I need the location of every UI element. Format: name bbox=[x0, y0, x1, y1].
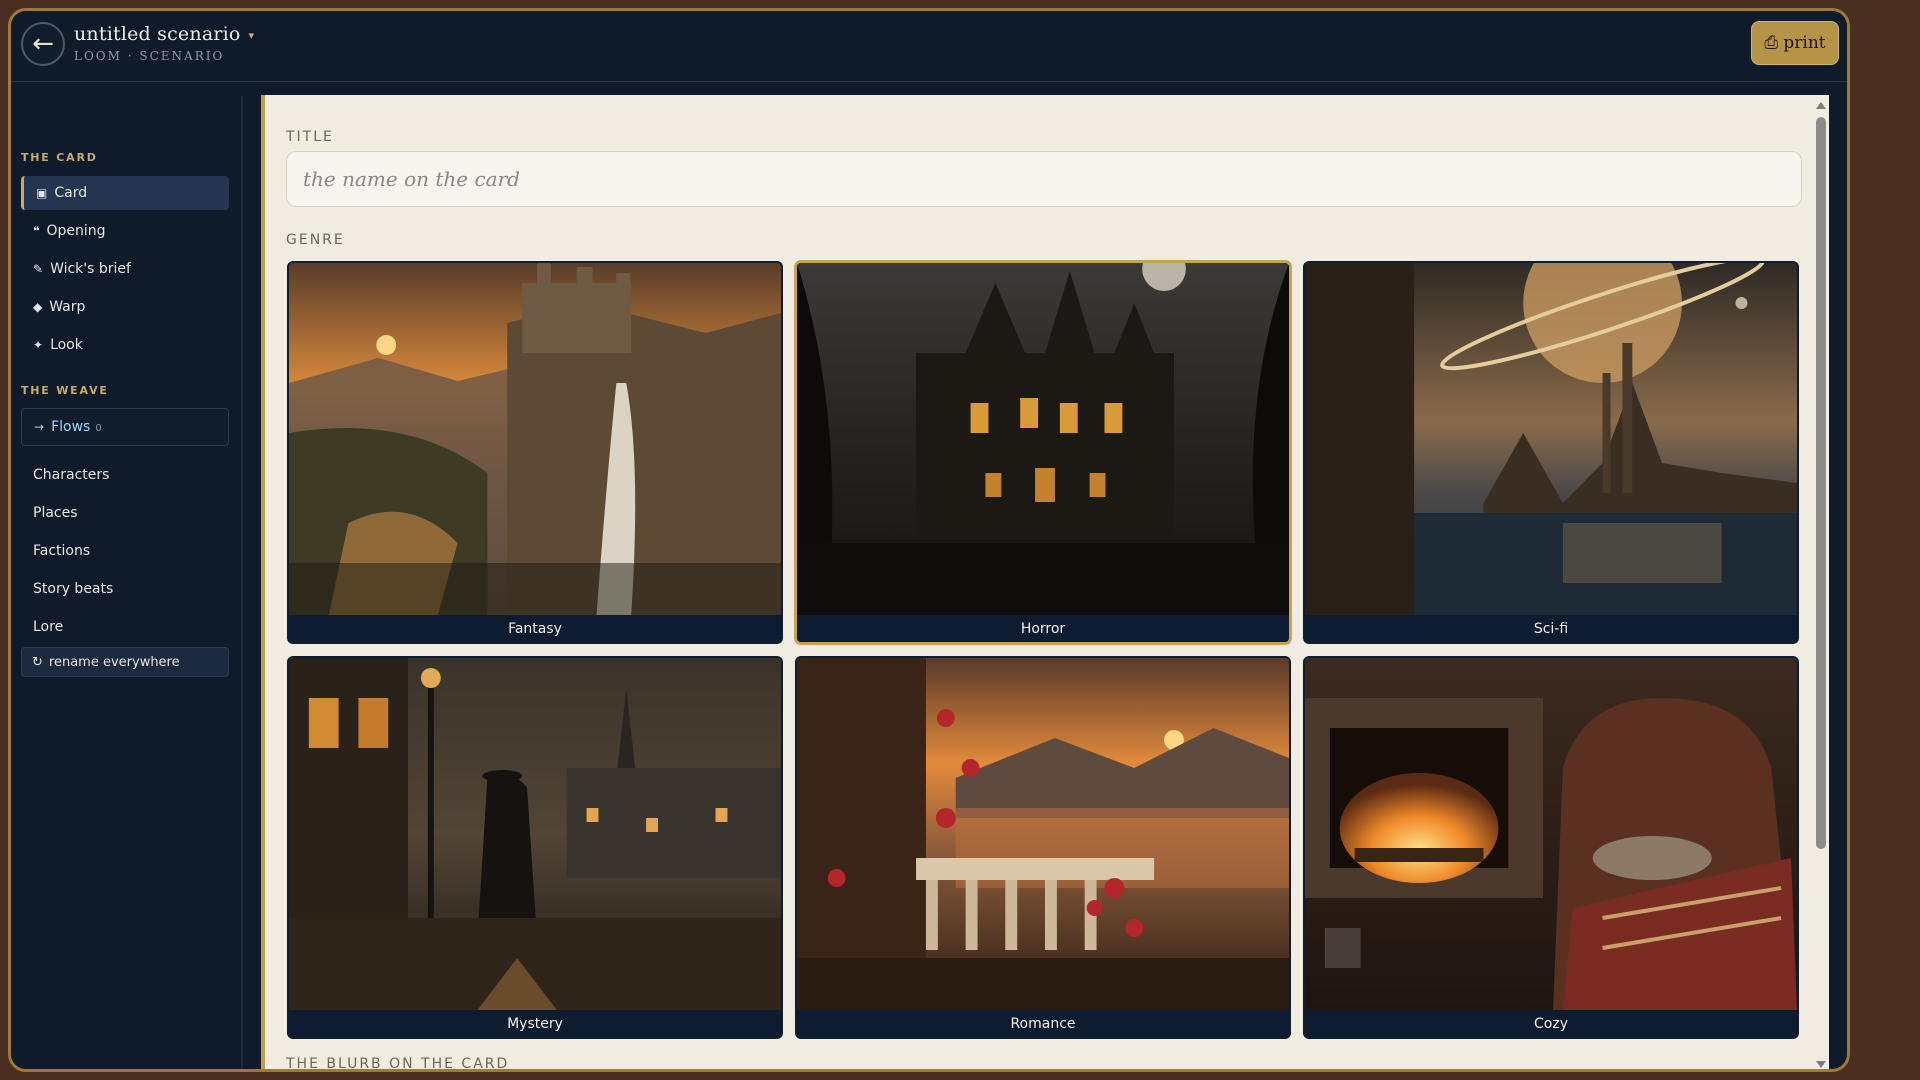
back-button[interactable]: ← bbox=[21, 22, 65, 66]
sci-fi-image bbox=[1305, 263, 1797, 615]
scrollbar-thumb[interactable] bbox=[1816, 117, 1826, 849]
arrow-left-icon: ← bbox=[32, 29, 54, 59]
sidebar-item-label: Story beats bbox=[33, 581, 114, 597]
sidebar-item-card[interactable]: ▣ Card bbox=[21, 176, 229, 210]
genre-label: Romance bbox=[797, 1010, 1289, 1037]
flows-count-badge: 0 bbox=[95, 423, 102, 434]
sidebar-item-lore[interactable]: Lore bbox=[21, 610, 229, 644]
pen-icon: ✎ bbox=[33, 262, 44, 276]
sidebar-item-label: Look bbox=[50, 337, 83, 353]
chevron-down-icon[interactable]: ▾ bbox=[249, 29, 255, 42]
sidebar-item-places[interactable]: Places bbox=[21, 496, 229, 530]
app-window: ← untitled scenario ▾ LOOM · SCENARIO ⎙ p… bbox=[8, 8, 1850, 1072]
main-content: TITLE GENRE bbox=[261, 95, 1829, 1072]
section-label-the-weave: THE WEAVE bbox=[21, 384, 109, 397]
sidebar-item-characters[interactable]: Characters bbox=[21, 458, 229, 492]
sidebar-item-story-beats[interactable]: Story beats bbox=[21, 572, 229, 606]
sidebar-item-label: Wick's brief bbox=[50, 261, 131, 277]
sidebar-item-label: Warp bbox=[49, 299, 86, 315]
sidebar-item-look[interactable]: ✦ Look bbox=[21, 328, 229, 362]
cozy-image bbox=[1305, 658, 1797, 1010]
blurb-field-label: THE BLURB ON THE CARD bbox=[286, 1056, 510, 1072]
sidebar-item-label: Places bbox=[33, 505, 78, 521]
mystery-image bbox=[289, 658, 781, 1010]
sidebar-item-label: Card bbox=[54, 185, 88, 201]
scenario-title-block[interactable]: untitled scenario ▾ LOOM · SCENARIO bbox=[74, 23, 254, 63]
main-scrollbar[interactable] bbox=[1813, 95, 1829, 1069]
scroll-up-icon[interactable] bbox=[1816, 102, 1826, 109]
scenario-subtitle: LOOM · SCENARIO bbox=[74, 49, 225, 63]
section-label-the-card: THE CARD bbox=[21, 151, 98, 164]
genre-label: Cozy bbox=[1305, 1010, 1797, 1037]
genre-label: Fantasy bbox=[289, 615, 781, 642]
genre-card-fantasy[interactable]: Fantasy bbox=[287, 261, 783, 644]
rename-everywhere-label: rename everywhere bbox=[48, 654, 180, 670]
sparkle-icon: ✦ bbox=[33, 338, 44, 352]
sidebar-item-warp[interactable]: ◆ Warp bbox=[21, 290, 229, 324]
sidebar-item-label: Lore bbox=[33, 619, 64, 635]
scroll-down-icon[interactable] bbox=[1816, 1061, 1826, 1068]
sidebar: THE CARD ▣ Card ❝ Opening ✎ Wick's brief… bbox=[11, 96, 243, 1069]
fantasy-image bbox=[289, 263, 781, 615]
sidebar-item-opening[interactable]: ❝ Opening bbox=[21, 214, 229, 248]
refresh-icon: ↻ bbox=[32, 654, 43, 670]
rename-everywhere-button[interactable]: ↻ rename everywhere bbox=[21, 647, 229, 677]
genre-label: Mystery bbox=[289, 1010, 781, 1037]
genre-card-sci-fi[interactable]: Sci-fi bbox=[1303, 261, 1799, 644]
genre-card-cozy[interactable]: Cozy bbox=[1303, 656, 1799, 1039]
genre-label: Horror bbox=[797, 615, 1289, 642]
sidebar-item-label: Factions bbox=[33, 543, 91, 559]
sidebar-item-label: Opening bbox=[46, 223, 106, 239]
horror-image bbox=[797, 263, 1289, 615]
romance-image bbox=[797, 658, 1289, 1010]
scenario-title[interactable]: untitled scenario bbox=[74, 23, 241, 45]
arrow-right-icon: → bbox=[34, 420, 45, 434]
sidebar-item-flows[interactable]: → Flows 0 bbox=[21, 408, 229, 446]
genre-card-horror[interactable]: Horror bbox=[795, 261, 1291, 644]
genre-label: Sci-fi bbox=[1305, 615, 1797, 642]
genre-field-label: GENRE bbox=[286, 232, 345, 248]
print-button[interactable]: ⎙ print bbox=[1751, 21, 1839, 65]
print-button-label: ⎙ print bbox=[1764, 33, 1826, 53]
sidebar-item-label: Flows bbox=[51, 419, 91, 435]
diamond-icon: ◆ bbox=[33, 300, 43, 314]
sidebar-item-wicks-brief[interactable]: ✎ Wick's brief bbox=[21, 252, 229, 286]
quote-icon: ❝ bbox=[33, 224, 40, 238]
sidebar-item-factions[interactable]: Factions bbox=[21, 534, 229, 568]
title-field-label: TITLE bbox=[286, 129, 334, 145]
top-bar: ← untitled scenario ▾ LOOM · SCENARIO ⎙ p… bbox=[11, 11, 1847, 82]
card-icon: ▣ bbox=[36, 186, 48, 200]
genre-card-romance[interactable]: Romance bbox=[795, 656, 1291, 1039]
sidebar-item-label: Characters bbox=[33, 467, 110, 483]
title-input[interactable] bbox=[286, 151, 1802, 207]
genre-card-mystery[interactable]: Mystery bbox=[287, 656, 783, 1039]
